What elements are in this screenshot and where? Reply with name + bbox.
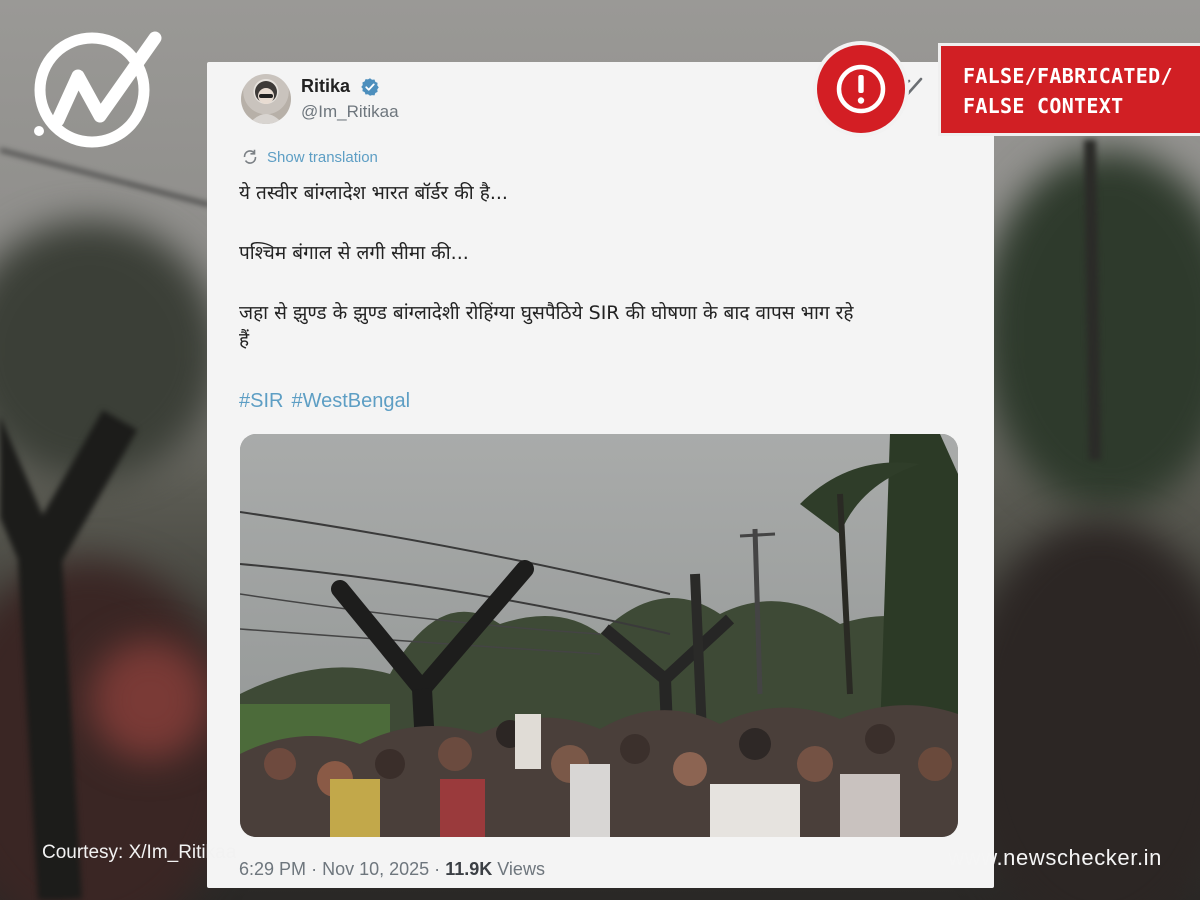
tweet-text: ये तस्वीर बांग्लादेश भारत बॉर्डर की है..… [239,180,964,354]
site-url[interactable]: www.newschecker.in [948,845,1162,871]
exclamation-circle-icon [813,41,909,137]
tweet-card: Ritika @Im_Ritikaa Show translation ये त… [207,62,994,888]
newschecker-logo [34,31,162,148]
hashtags: #SIR #WestBengal [239,390,418,413]
verdict-label: FALSE/FABRICATED/ FALSE CONTEXT [938,43,1200,136]
meta-separator: · [434,859,441,879]
courtesy-credit: Courtesy: X/Im_Ritikaa [42,842,237,863]
show-translation[interactable]: Show translation [241,148,378,166]
tweet-line: हैं [239,329,250,351]
tweet-time[interactable]: 6:29 PM [239,859,306,879]
tweet-media[interactable] [240,434,958,837]
views-label: Views [497,859,545,879]
hashtag-westbengal[interactable]: #WestBengal [291,390,410,412]
tweet-date[interactable]: Nov 10, 2025 [322,859,429,879]
meta-separator: · [311,859,318,879]
author-name[interactable]: Ritika [301,76,350,97]
tweet-meta: 6:29 PM · Nov 10, 2025 · 11.9K Views [239,859,545,880]
avatar[interactable] [241,74,291,124]
tweet-line: ये तस्वीर बांग्लादेश भारत बॉर्डर की है..… [239,182,508,204]
border-crowd-photo [240,434,958,837]
translate-icon [243,149,257,164]
show-translation-link[interactable]: Show translation [267,149,378,166]
hashtag-sir[interactable]: #SIR [239,390,283,412]
tweet-line: पश्चिम बंगाल से लगी सीमा की... [239,242,469,264]
verdict-line: FALSE CONTEXT [963,94,1124,118]
verdict-line: FALSE/FABRICATED/ [963,64,1173,88]
author-handle[interactable]: @Im_Ritikaa [301,102,399,122]
tweet-line: जहा से झुण्ड के झुण्ड बांग्लादेशी रोहिंग… [239,302,854,324]
verified-badge-icon [361,78,379,96]
views-count: 11.9K [445,859,493,879]
